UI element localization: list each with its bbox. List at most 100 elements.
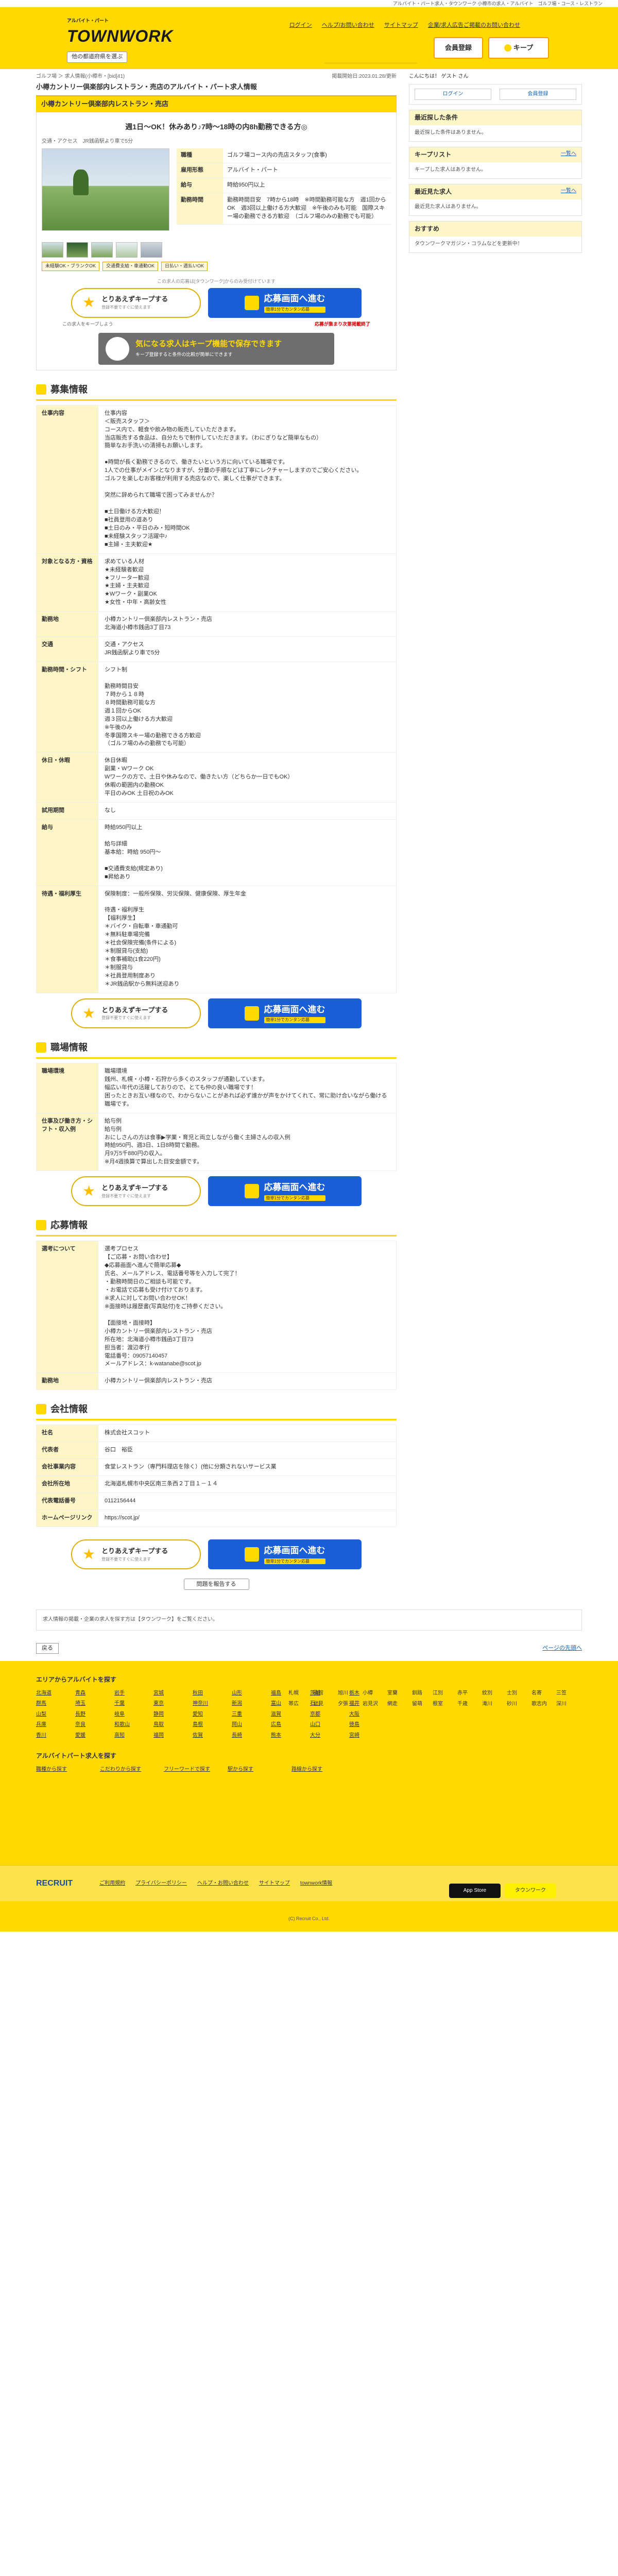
keep-button[interactable]: キープ (488, 37, 549, 59)
thumbnail[interactable] (66, 242, 88, 258)
sidebar-login-button[interactable]: ログイン (415, 88, 491, 100)
footer-link[interactable]: 室蘭 (387, 1690, 409, 1698)
footer-link[interactable]: 山梨 (36, 1711, 68, 1719)
footer-link[interactable]: 高知 (114, 1732, 146, 1740)
footer-link[interactable]: 東京 (153, 1700, 185, 1708)
footer-link[interactable]: 大阪 (349, 1711, 381, 1719)
footer-link[interactable]: townwork情報 (300, 1880, 332, 1886)
footer-link[interactable]: 島根 (193, 1721, 225, 1729)
footer-link[interactable]: 函館 (313, 1690, 335, 1698)
footer-link[interactable]: サイトマップ (259, 1880, 290, 1886)
footer-link[interactable]: 千歳 (457, 1701, 479, 1708)
advertise-link[interactable]: 企業/求人広告ご掲載のお問い合わせ (428, 22, 520, 28)
footer-link[interactable]: 宮城 (153, 1690, 185, 1698)
more-link[interactable]: 一覧へ (561, 188, 576, 196)
main-photo[interactable] (42, 148, 169, 231)
footer-link[interactable]: 宮崎 (349, 1732, 381, 1740)
footer-link[interactable]: 岩見沢 (363, 1701, 384, 1708)
footer-link[interactable]: 愛知 (193, 1711, 225, 1719)
keep-banner[interactable]: 気になる求人はキープ機能で保存できます キープ登録すると条件の比較が簡単にできます (98, 332, 334, 365)
footer-link[interactable]: 職種から探す (36, 1766, 93, 1774)
footer-link[interactable]: 岩手 (114, 1690, 146, 1698)
footer-link[interactable]: 歌志内 (531, 1701, 553, 1708)
footer-link[interactable]: 滝川 (482, 1701, 504, 1708)
apply-button[interactable]: 応募画面へ進む 簡単1分でカンタン応募 (208, 1176, 362, 1207)
footer-link[interactable]: 駅から探す (228, 1766, 284, 1774)
footer-link[interactable]: 士別 (507, 1690, 528, 1698)
report-button[interactable]: 問題を報告する (183, 1579, 249, 1590)
recruit-logo[interactable]: RECRUIT (36, 1877, 73, 1889)
page-top-link[interactable]: ページの先頭へ (542, 1645, 582, 1653)
keep-job-button[interactable]: ★ とりあえずキープする 登録不要ですぐに使えます (71, 1539, 201, 1570)
footer-link[interactable]: ご利用規約 (99, 1880, 125, 1886)
footer-link[interactable]: 北海道 (36, 1690, 68, 1698)
footer-link[interactable]: 静岡 (153, 1711, 185, 1719)
footer-link[interactable]: 大分 (310, 1732, 342, 1740)
footer-link[interactable]: 群馬 (36, 1700, 68, 1708)
register-button[interactable]: 会員登録 (434, 37, 483, 59)
footer-link[interactable]: 秋田 (193, 1690, 225, 1698)
footer-link[interactable]: 江別 (433, 1690, 454, 1698)
footer-link[interactable]: 札幌 (288, 1690, 310, 1698)
footer-link[interactable]: 名寄 (531, 1690, 553, 1698)
footer-link[interactable]: 山形 (232, 1690, 264, 1698)
footer-link[interactable]: 香川 (36, 1732, 68, 1740)
footer-link[interactable]: 釧路 (412, 1690, 434, 1698)
footer-link[interactable]: 留萌 (412, 1701, 434, 1708)
keep-job-button[interactable]: ★ とりあえずキープする 登録不要ですぐに使えます (71, 287, 201, 318)
footer-link[interactable]: 和歌山 (114, 1721, 146, 1729)
footer-link[interactable]: 岐阜 (114, 1711, 146, 1719)
footer-link[interactable]: フリーワードで探す (164, 1766, 220, 1774)
apply-button[interactable]: 応募画面へ進む 簡単1分でカンタン応募 (208, 998, 362, 1028)
footer-link[interactable]: 熊本 (271, 1732, 303, 1740)
footer-link[interactable]: 三笠 (556, 1690, 578, 1698)
footer-link[interactable]: 夕張 (338, 1701, 359, 1708)
thumbnail[interactable] (116, 242, 138, 258)
login-link[interactable]: ログイン (289, 22, 312, 28)
footer-link[interactable]: こだわりから探す (100, 1766, 157, 1774)
breadcrumb-text[interactable]: ゴルフ場 ＞ 求人情報(小樽市・[bid]41) (36, 71, 125, 82)
footer-link[interactable]: 砂川 (507, 1701, 528, 1708)
footer-link[interactable]: ヘルプ・お問い合わせ (197, 1880, 249, 1886)
keep-job-button[interactable]: ★ とりあえずキープする 登録不要ですぐに使えます (71, 1176, 201, 1207)
footer-link[interactable]: 新潟 (232, 1700, 264, 1708)
footer-link[interactable]: 紋別 (482, 1690, 504, 1698)
thumbnail[interactable] (42, 242, 63, 258)
box-body[interactable]: タウンワークマガジン・コラムなどを更新中！ (409, 236, 581, 252)
footer-link[interactable]: 山口 (310, 1721, 342, 1729)
footer-link[interactable]: 赤平 (457, 1690, 479, 1698)
footer-link[interactable]: 三重 (232, 1711, 264, 1719)
footer-link[interactable]: 岡山 (232, 1721, 264, 1729)
footer-link[interactable]: 深川 (556, 1701, 578, 1708)
footer-link[interactable]: 広島 (271, 1721, 303, 1729)
sidebar-register-button[interactable]: 会員登録 (500, 88, 576, 100)
footer-link[interactable]: 神奈川 (193, 1700, 225, 1708)
footer-link[interactable]: 小樽 (363, 1690, 384, 1698)
help-link[interactable]: ヘルプ/お問い合わせ (322, 22, 374, 28)
apply-button[interactable]: 応募画面へ進む 簡単1分でカンタン応募 (208, 287, 362, 318)
footer-link[interactable]: 兵庫 (36, 1721, 68, 1729)
footer-link[interactable]: 帯広 (288, 1701, 310, 1708)
sitemap-link[interactable]: サイトマップ (384, 22, 418, 28)
footer-link[interactable]: 滋賀 (271, 1711, 303, 1719)
back-button[interactable]: 戻る (36, 1642, 59, 1654)
more-link[interactable]: 一覧へ (561, 150, 576, 159)
footer-link[interactable]: 路線から探す (291, 1766, 348, 1774)
footer-link[interactable]: 奈良 (75, 1721, 107, 1729)
townwork-logo[interactable]: アルバイト・パート TOWNWORK (67, 18, 173, 48)
footer-link[interactable]: 埼玉 (75, 1700, 107, 1708)
app-store-badge[interactable]: App Store (449, 1884, 501, 1899)
footer-link[interactable]: 網走 (387, 1701, 409, 1708)
footer-link[interactable]: 北見 (313, 1701, 335, 1708)
footer-link[interactable]: 鳥取 (153, 1721, 185, 1729)
thumbnail[interactable] (91, 242, 113, 258)
townwork-app-badge[interactable]: タウンワーク (505, 1884, 556, 1899)
footer-link[interactable]: 長崎 (232, 1732, 264, 1740)
keep-job-button[interactable]: ★ とりあえずキープする 登録不要ですぐに使えます (71, 998, 201, 1028)
footer-link[interactable]: 徳島 (349, 1721, 381, 1729)
footer-link[interactable]: 長野 (75, 1711, 107, 1719)
footer-link[interactable]: 千葉 (114, 1700, 146, 1708)
footer-link[interactable]: プライバシーポリシー (135, 1880, 187, 1886)
region-selector[interactable]: 他の都道府県を選ぶ (67, 52, 127, 63)
footer-link[interactable]: 京都 (310, 1711, 342, 1719)
